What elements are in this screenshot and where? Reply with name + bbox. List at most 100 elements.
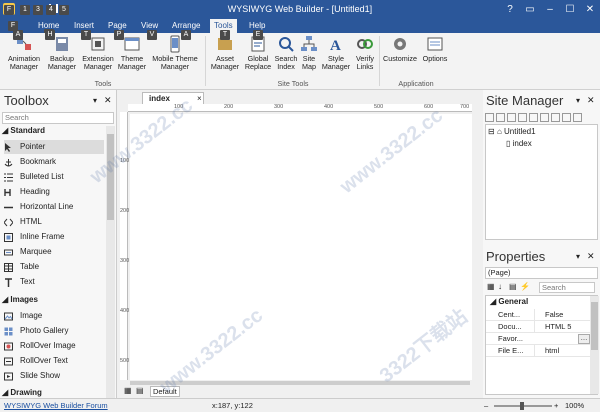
zoom-out-icon[interactable]: – bbox=[484, 399, 488, 412]
keytip-extension: T bbox=[81, 30, 91, 40]
toolbox-section-standard[interactable]: ◢ Standard bbox=[2, 126, 45, 135]
chevron-down-icon[interactable]: ▾ bbox=[576, 252, 580, 261]
tree-node-page-index[interactable]: ▯ index bbox=[506, 139, 532, 148]
object-selector[interactable]: (Page) bbox=[485, 267, 598, 279]
extension-manager-label: Extension Manager bbox=[82, 54, 114, 71]
toolbox-item-html[interactable]: HTML bbox=[4, 215, 104, 229]
search-icon bbox=[279, 37, 294, 52]
properties-search-input[interactable]: Search bbox=[539, 282, 595, 293]
search-index-button[interactable]: Search Index bbox=[273, 35, 299, 79]
style-manager-button[interactable]: A Style Manager bbox=[320, 35, 352, 79]
paste-icon[interactable] bbox=[529, 113, 538, 122]
close-icon[interactable]: ✕ bbox=[587, 251, 595, 262]
layer-icon[interactable]: ▤ bbox=[136, 386, 144, 395]
extension-manager-button[interactable]: Extension Manager bbox=[80, 35, 116, 79]
toolbox-item-pointer[interactable]: Pointer bbox=[4, 140, 104, 154]
forum-link[interactable]: WYSIWYG Web Builder Forum bbox=[4, 399, 108, 412]
property-value[interactable]: html bbox=[534, 345, 590, 357]
options-button[interactable]: Options bbox=[420, 35, 450, 79]
toolbox-section-drawing[interactable]: ◢ Drawing bbox=[2, 388, 42, 397]
anchor-icon bbox=[4, 159, 13, 167]
property-value[interactable]: HTML 5 bbox=[534, 321, 590, 333]
toolbox-item-bulleted-list[interactable]: Bulleted List bbox=[4, 170, 104, 184]
browse-button[interactable]: … bbox=[578, 334, 590, 344]
customize-button[interactable]: Customize bbox=[381, 35, 419, 79]
new-folder-icon[interactable] bbox=[496, 113, 505, 122]
window-controls: ? ▭ – ☐ ✕ bbox=[500, 0, 600, 19]
close-icon[interactable]: ✕ bbox=[104, 95, 112, 106]
copy-icon[interactable] bbox=[518, 113, 527, 122]
close-icon[interactable]: × bbox=[197, 93, 202, 104]
toolbox-item-image[interactable]: Image bbox=[4, 309, 104, 323]
categorized-icon[interactable]: ▦ bbox=[487, 282, 495, 291]
ribbon-options-icon[interactable]: ▭ bbox=[520, 0, 540, 19]
help-icon[interactable]: ? bbox=[500, 0, 520, 19]
verify-links-button[interactable]: Verify Links bbox=[353, 35, 377, 79]
marquee-icon bbox=[4, 249, 13, 256]
property-grid-scrollbar-thumb[interactable] bbox=[591, 302, 598, 350]
global-replace-button[interactable]: Global Replace bbox=[243, 35, 273, 79]
maximize-icon[interactable]: ☐ bbox=[560, 0, 580, 19]
close-icon[interactable]: ✕ bbox=[580, 0, 600, 19]
toolbox-item-rollover-image[interactable]: RollOver Image bbox=[4, 339, 104, 353]
toolbox-item-bookmark[interactable]: Bookmark bbox=[4, 155, 104, 169]
minimize-icon[interactable]: – bbox=[540, 0, 560, 19]
new-page-icon[interactable] bbox=[485, 113, 494, 122]
property-row[interactable]: Cent... False bbox=[486, 309, 590, 321]
toolbox-item-photo-gallery[interactable]: Photo Gallery bbox=[4, 324, 104, 338]
toolbox-item-inline-frame[interactable]: Inline Frame bbox=[4, 230, 104, 244]
property-value[interactable]: False bbox=[534, 309, 590, 321]
property-grid-scrollbar[interactable] bbox=[590, 296, 599, 394]
grid-icon[interactable]: ▦ bbox=[124, 386, 132, 395]
editor-horizontal-scrollbar-thumb[interactable] bbox=[130, 381, 470, 385]
property-row[interactable]: Docu... HTML 5 bbox=[486, 321, 590, 333]
expand-icon[interactable] bbox=[573, 113, 582, 122]
toolbox-scrollbar-thumb[interactable] bbox=[107, 134, 114, 220]
close-icon[interactable]: ✕ bbox=[587, 95, 595, 106]
edit-icon[interactable] bbox=[540, 113, 549, 122]
zoom-slider[interactable] bbox=[494, 402, 552, 410]
property-category[interactable]: ◢ General bbox=[490, 297, 528, 306]
duplicate-icon[interactable] bbox=[551, 113, 560, 122]
site-map-button[interactable]: Site Map bbox=[299, 35, 319, 79]
style-manager-label: Style Manager bbox=[321, 54, 351, 71]
property-grid: ◢ General Cent... False Docu... HTML 5 Fav… bbox=[485, 295, 599, 395]
zoom-slider-knob[interactable] bbox=[520, 402, 524, 410]
toolbox-section-images[interactable]: ◢ Images bbox=[2, 295, 38, 304]
delete-icon[interactable] bbox=[562, 113, 571, 122]
theme-manager-button[interactable]: Theme Manager bbox=[117, 35, 147, 79]
toolbox-item-text[interactable]: Text bbox=[4, 275, 104, 289]
group-separator bbox=[379, 36, 380, 86]
property-pages-icon[interactable]: ▤ bbox=[509, 282, 517, 291]
toolbox-search-input[interactable]: Search bbox=[2, 112, 114, 124]
property-row[interactable]: File E... html bbox=[486, 345, 590, 357]
toolbox-item-horizontal-line[interactable]: Horizontal Line bbox=[4, 200, 104, 214]
pointer-icon bbox=[5, 143, 11, 152]
tree-node-site[interactable]: ⊟ ⌂ Untitled1 bbox=[488, 127, 536, 136]
sort-alpha-icon[interactable]: ↓ bbox=[498, 282, 502, 291]
mobile-theme-manager-button[interactable]: Mobile Theme Manager bbox=[149, 35, 201, 79]
collapse-icon[interactable]: ⊟ bbox=[488, 127, 497, 136]
link-icon bbox=[357, 39, 373, 49]
zoom-in-icon[interactable]: + bbox=[554, 399, 558, 412]
design-canvas[interactable] bbox=[130, 114, 472, 380]
events-icon[interactable]: ⚡ bbox=[520, 282, 530, 291]
backup-manager-button[interactable]: Backup Manager bbox=[46, 35, 78, 79]
toolbox-item-table[interactable]: Table bbox=[4, 260, 104, 274]
toolbox-item-heading[interactable]: Heading bbox=[4, 185, 104, 199]
toolbox-item-rollover-text[interactable]: RollOver Text bbox=[4, 354, 104, 368]
property-row[interactable]: Favor...… bbox=[486, 333, 590, 345]
toolbox-scrollbar[interactable] bbox=[106, 126, 115, 398]
document-tab-index[interactable]: index × bbox=[142, 92, 204, 104]
ruler-label: 100 bbox=[120, 158, 130, 164]
page-properties-icon[interactable] bbox=[507, 113, 516, 122]
chevron-down-icon[interactable]: ▾ bbox=[576, 96, 580, 105]
ruler-label: 300 bbox=[274, 104, 284, 110]
layout-tab-default[interactable]: Default bbox=[150, 386, 180, 397]
editor-vertical-scrollbar[interactable] bbox=[472, 112, 481, 380]
asset-manager-button[interactable]: Asset Manager bbox=[208, 35, 242, 79]
chevron-down-icon[interactable]: ▾ bbox=[93, 96, 97, 105]
animation-manager-button[interactable]: Animation Manager bbox=[4, 35, 44, 79]
toolbox-item-marquee[interactable]: Marquee bbox=[4, 245, 104, 259]
toolbox-item-slide-show[interactable]: Slide Show bbox=[4, 369, 104, 383]
